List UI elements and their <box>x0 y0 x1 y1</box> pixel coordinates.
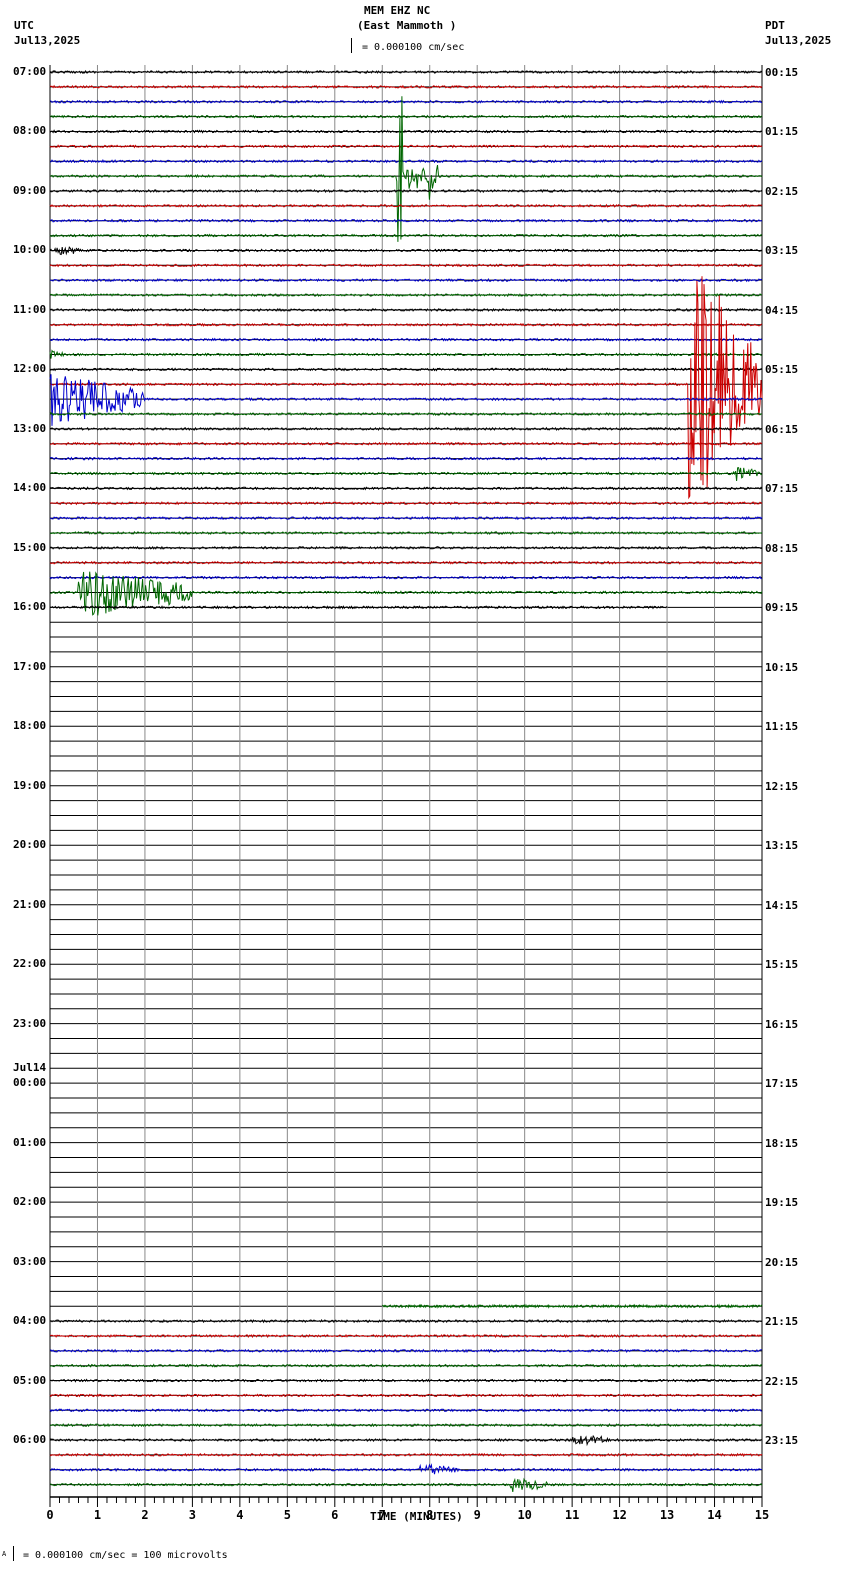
x-axis-label: TIME (MINUTES) <box>370 1510 463 1523</box>
footer-scale-bar-icon <box>13 1546 14 1561</box>
pdt-hour-label: 05:15 <box>765 363 799 377</box>
utc-hour-label: 23:00 <box>13 1016 47 1030</box>
pdt-hour-label: 06:15 <box>765 422 799 436</box>
pdt-hour-label: 00:15 <box>765 66 799 79</box>
pdt-hour-label: 22:15 <box>765 1374 799 1388</box>
seismic-trace <box>49 1378 763 1383</box>
pdt-hour-label: 17:15 <box>765 1077 799 1091</box>
seismic-trace <box>49 277 763 283</box>
utc-hour-label: 09:00 <box>13 183 47 197</box>
utc-hour-label: 15:00 <box>13 540 47 554</box>
pdt-hour-label: 13:15 <box>765 839 799 853</box>
pdt-hour-label: 18:15 <box>765 1136 799 1150</box>
x-tick-label: 0 <box>46 1508 53 1522</box>
utc-hour-label: 16:00 <box>13 600 47 614</box>
helicorder-page: MEM EHZ NC (East Mammoth ) UTC Jul13,202… <box>0 0 850 1584</box>
x-tick-label: 9 <box>474 1508 481 1522</box>
footer-prefix: A <box>2 1550 7 1558</box>
seismic-trace <box>49 188 763 194</box>
seismic-trace <box>49 144 763 149</box>
pdt-hour-label: 14:15 <box>765 898 799 912</box>
utc-hour-label: 07:00 <box>13 65 47 78</box>
pdt-hour-label: 01:15 <box>765 125 799 139</box>
x-tick-label: 4 <box>236 1508 243 1522</box>
x-tick-label: 13 <box>660 1508 674 1522</box>
x-tick-label: 10 <box>517 1508 531 1522</box>
utc-hour-label: 01:00 <box>13 1135 47 1149</box>
x-tick-label: 1 <box>94 1508 101 1522</box>
utc-hour-label: 11:00 <box>13 302 47 316</box>
seismic-trace <box>49 467 763 482</box>
seismic-trace <box>49 233 763 238</box>
x-tick-label: 5 <box>284 1508 291 1522</box>
pdt-hour-label: 03:15 <box>765 244 799 258</box>
utc-hour-label: 02:00 <box>13 1195 47 1209</box>
utc-hour-label: 19:00 <box>13 778 47 792</box>
pdt-hour-label: 20:15 <box>765 1255 799 1269</box>
pdt-hour-label: 02:15 <box>765 184 799 198</box>
seismic-trace <box>49 337 763 342</box>
utc-hour-label: 06:00 <box>13 1433 47 1447</box>
x-tick-label: 6 <box>331 1508 338 1522</box>
utc-hour-label: 18:00 <box>13 719 47 733</box>
seismic-trace <box>49 307 763 313</box>
pdt-hour-label: 04:15 <box>765 303 799 317</box>
seismic-trace <box>49 246 763 256</box>
x-tick-label: 11 <box>565 1508 579 1522</box>
utc-hour-label: 08:00 <box>13 124 47 138</box>
seismic-trace <box>49 575 762 580</box>
pdt-hour-label: 23:15 <box>765 1434 799 1448</box>
utc-hour-label: 12:00 <box>13 362 47 376</box>
seismic-trace <box>49 1477 763 1492</box>
utc-hour-label: 20:00 <box>13 838 47 852</box>
seismic-trace <box>49 1348 763 1354</box>
pdt-hour-label: 10:15 <box>765 660 799 674</box>
pdt-hour-label: 15:15 <box>765 958 799 972</box>
seismic-trace <box>49 374 763 426</box>
utc-date-change-label: Jul14 <box>13 1061 47 1075</box>
pdt-hour-label: 11:15 <box>765 720 799 734</box>
utc-hour-label: 21:00 <box>13 897 47 911</box>
seismic-trace <box>49 515 763 521</box>
utc-hour-label: 10:00 <box>13 243 47 257</box>
seismic-trace <box>49 530 763 536</box>
seismic-trace <box>49 96 763 242</box>
seismic-trace <box>50 426 763 432</box>
x-tick-label: 2 <box>141 1508 148 1522</box>
seismic-trace <box>50 1423 763 1428</box>
seismic-trace <box>49 545 763 550</box>
x-tick-label: 15 <box>755 1508 769 1522</box>
pdt-hour-label: 16:15 <box>765 1017 799 1031</box>
seismogram-plot: 0 1 2 3 4 5 6 7 8 9 10 11 12 13 14 15 <box>46 65 769 1522</box>
pdt-hour-label: 09:15 <box>765 601 799 615</box>
x-tick-label: 14 <box>707 1508 721 1522</box>
utc-hour-label: 17:00 <box>13 659 47 673</box>
x-tick-label: 12 <box>612 1508 626 1522</box>
pdt-hour-label: 07:15 <box>765 482 799 496</box>
utc-hour-label: 14:00 <box>13 481 47 495</box>
pdt-hour-label: 21:15 <box>765 1315 799 1329</box>
utc-hour-label: 03:00 <box>13 1254 47 1268</box>
pdt-hour-label: 19:15 <box>765 1196 799 1210</box>
pdt-hour-label: 08:15 <box>765 541 799 555</box>
utc-hour-label: 22:00 <box>13 957 47 971</box>
utc-hour-label: 05:00 <box>13 1373 47 1387</box>
seismic-trace <box>49 322 763 328</box>
pdt-hour-label: 12:15 <box>765 779 799 793</box>
utc-hour-label: 00:00 <box>13 1076 47 1090</box>
utc-hour-label: 13:00 <box>13 421 47 435</box>
footer-scale-label: = 0.000100 cm/sec = 100 microvolts <box>23 1550 228 1561</box>
x-tick-label: 3 <box>189 1508 196 1522</box>
seismic-trace <box>49 456 762 461</box>
utc-hour-label: 04:00 <box>13 1314 47 1328</box>
